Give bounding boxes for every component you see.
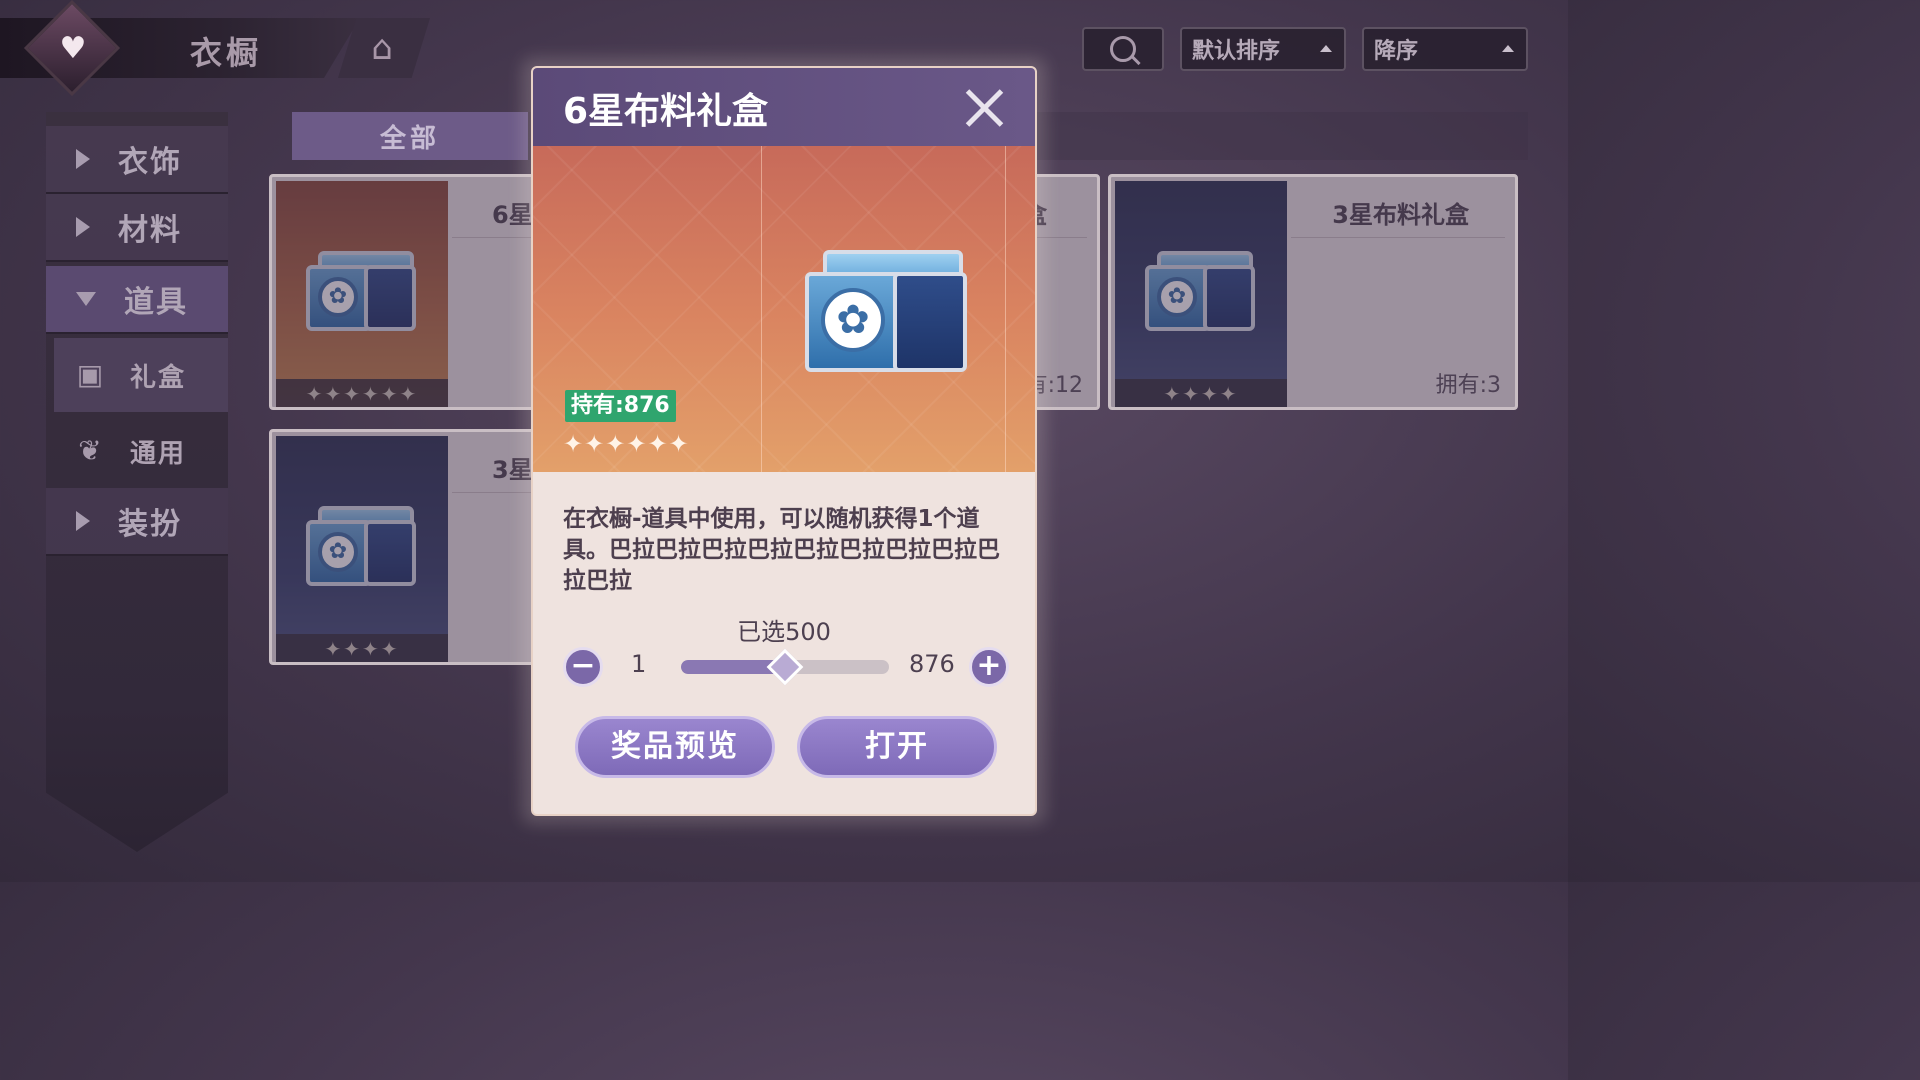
search-icon	[1110, 36, 1136, 62]
sidebar-subitem-giftbox[interactable]: ▣ 礼盒	[54, 338, 228, 412]
slider-max-value: 876	[909, 650, 955, 678]
card-name: 3星布料礼盒	[1332, 201, 1469, 229]
sidebar-item-clothing[interactable]: 衣饰	[46, 126, 228, 194]
sidebar-subitem-label: 礼盒	[130, 362, 187, 393]
card-stars: ✦✦✦✦	[276, 634, 448, 662]
item-description: 在衣橱-道具中使用，可以随机获得1个道具。巴拉巴拉巴拉巴拉巴拉巴拉巴拉巴拉巴拉巴…	[563, 506, 1000, 594]
order-dropdown[interactable]: 降序	[1362, 27, 1528, 71]
tab-all[interactable]: 全部	[292, 112, 528, 160]
close-icon[interactable]	[963, 86, 1005, 128]
sort-dropdown[interactable]: 默认排序	[1180, 27, 1346, 71]
caret-up-icon	[1320, 45, 1332, 52]
modal-header: 6星布料礼盒	[533, 68, 1035, 146]
home-icon[interactable]: ⌂	[362, 28, 402, 68]
sidebar-item-dressup[interactable]: 装扮	[46, 488, 228, 556]
chevron-right-icon	[76, 217, 90, 237]
sidebar-item-label: 衣饰	[118, 145, 182, 180]
decrease-button[interactable]: −	[563, 647, 603, 687]
chevron-right-icon	[76, 511, 90, 531]
caret-up-icon	[1502, 45, 1514, 52]
card-stars: ✦✦✦✦✦✦	[276, 379, 448, 407]
selected-count-label: 已选500	[737, 618, 831, 646]
item-card-3star-giftbox[interactable]: ✿ ✦✦✦✦ 3星布料礼盒 拥有:3	[1108, 174, 1518, 410]
slider-thumb[interactable]	[766, 648, 804, 686]
card-art: ✿ ✦✦✦✦	[1115, 181, 1287, 407]
top-right-controls: 默认排序 降序	[1082, 27, 1528, 71]
sprout-icon: ❦	[78, 434, 102, 467]
chevron-right-icon	[76, 149, 90, 169]
slider-min-value: 1	[631, 650, 647, 678]
sidebar-item-props[interactable]: 道具	[46, 266, 228, 334]
giftbox-icon: ▣	[76, 358, 104, 391]
sidebar-subitem-label: 通用	[130, 438, 187, 469]
sidebar-item-materials[interactable]: 材料	[46, 194, 228, 262]
item-detail-modal: 6星布料礼盒 ✿ 持有:876 ✦✦✦✦✦✦ 在衣橱-道具中使用，可以随机获得1…	[531, 66, 1037, 816]
prize-preview-button[interactable]: 奖品预览	[575, 716, 775, 778]
card-art: ✿ ✦✦✦✦	[276, 436, 448, 662]
card-art: ✿ ✦✦✦✦✦✦	[276, 181, 448, 407]
chevron-down-icon	[76, 292, 96, 306]
page-title: 衣橱	[190, 34, 263, 72]
card-count: 拥有:3	[1435, 373, 1501, 398]
open-button[interactable]: 打开	[797, 716, 997, 778]
card-stars: ✦✦✦✦	[1115, 379, 1287, 407]
increase-button[interactable]: +	[969, 647, 1009, 687]
sidebar-subitem-general[interactable]: ❦ 通用	[54, 414, 228, 488]
item-art-panel: ✿ 持有:876 ✦✦✦✦✦✦	[533, 146, 1035, 472]
sidebar-item-label: 装扮	[118, 507, 182, 542]
rarity-stars: ✦✦✦✦✦✦	[563, 430, 690, 458]
sort-label: 默认排序	[1192, 39, 1281, 64]
heart-crest-icon: ♥	[59, 31, 87, 66]
title-bar: ♥ 衣橱 ⌂	[0, 0, 430, 97]
sidebar-item-label: 道具	[124, 285, 188, 320]
sidebar-item-label: 材料	[118, 213, 182, 248]
owned-count-badge: 持有:876	[565, 390, 676, 422]
modal-title: 6星布料礼盒	[563, 91, 769, 132]
search-button[interactable]	[1082, 27, 1164, 71]
order-label: 降序	[1374, 39, 1419, 64]
